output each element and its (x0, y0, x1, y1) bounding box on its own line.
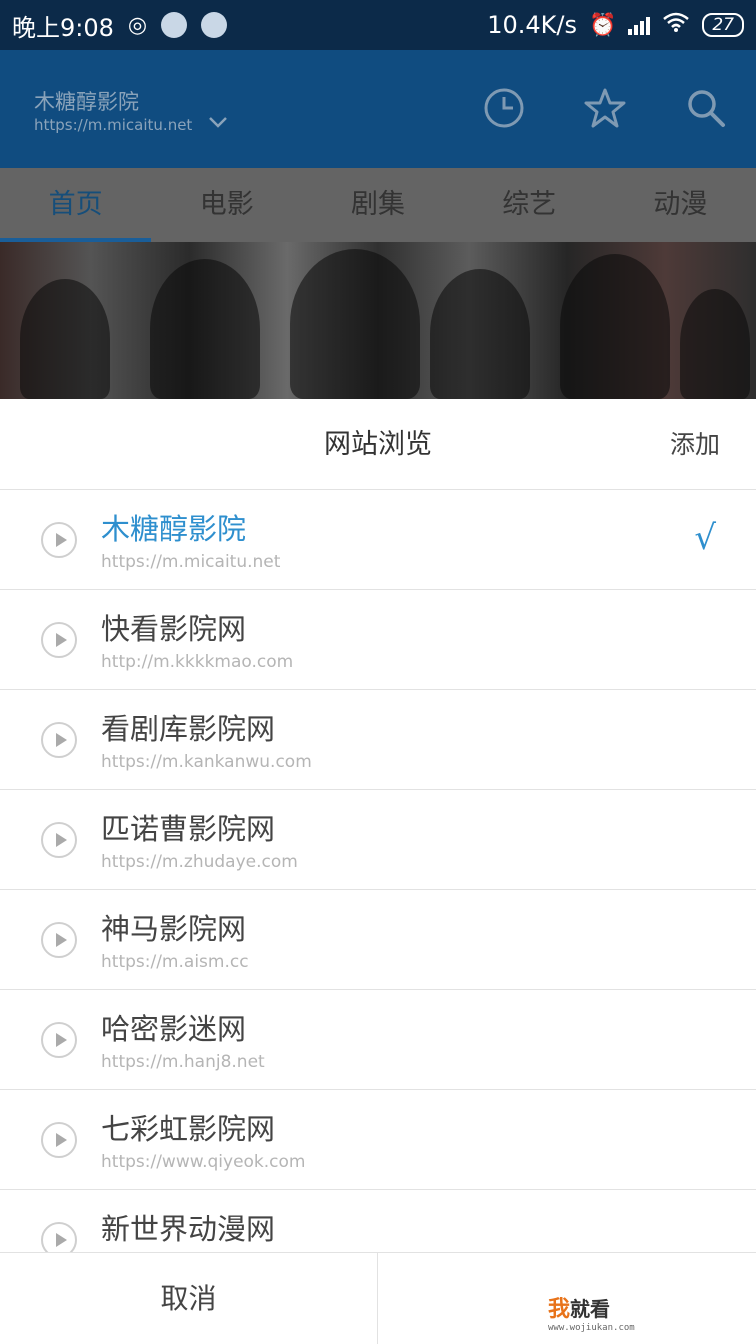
star-icon[interactable] (583, 86, 627, 130)
tab-series[interactable]: 剧集 (302, 168, 453, 242)
site-row[interactable]: 七彩虹影院网 https://www.qiyeok.com (0, 1090, 756, 1190)
app-bar: 木糖醇影院 https://m.micaitu.net (0, 50, 756, 168)
category-tabs: 首页 电影 剧集 综艺 动漫 (0, 168, 756, 242)
cancel-button[interactable]: 取消 (0, 1253, 378, 1344)
site-name: 看剧库影院网 (101, 712, 276, 746)
site-url: https://www.qiyeok.com (101, 1152, 306, 1172)
watermark-char: 我 (548, 1297, 571, 1322)
site-browse-sheet: 网站浏览 添加 木糖醇影院 https://m.micaitu.net √ 快看… (0, 399, 756, 1344)
site-url[interactable]: https://m.micaitu.net (34, 116, 192, 134)
site-row[interactable]: 木糖醇影院 https://m.micaitu.net √ (0, 490, 756, 590)
status-time: 晚上9:08 (12, 13, 114, 42)
app-notification-icon-2 (201, 12, 228, 38)
banner-image[interactable] (0, 242, 756, 399)
search-icon[interactable] (684, 86, 728, 130)
play-icon[interactable] (41, 1222, 77, 1252)
tab-movies[interactable]: 电影 (151, 168, 302, 242)
wifi-icon (662, 11, 690, 39)
site-row[interactable]: 神马影院网 https://m.aism.cc (0, 890, 756, 990)
site-url: https://m.kankanwu.com (101, 752, 312, 772)
play-icon[interactable] (41, 822, 77, 858)
sheet-footer: 取消 我就看 www.wojiukan.com (0, 1252, 756, 1344)
play-icon[interactable] (41, 722, 77, 758)
net-speed: 10.4K/s (487, 11, 577, 39)
site-name: 哈密影迷网 (101, 1012, 247, 1046)
watermark-text: 就看 (570, 1297, 611, 1321)
site-url: https://m.hanj8.net (101, 1052, 265, 1072)
site-list: 木糖醇影院 https://m.micaitu.net √ 快看影院网 http… (0, 490, 756, 1252)
site-title[interactable]: 木糖醇影院 (34, 86, 139, 116)
site-row[interactable]: 新世界动漫网 (0, 1190, 756, 1252)
app-notification-icon (161, 12, 188, 38)
watermark-url: www.wojiukan.com (548, 1323, 635, 1333)
footer-right: 我就看 www.wojiukan.com (378, 1253, 756, 1344)
site-name: 木糖醇影院 (101, 512, 247, 546)
history-icon[interactable] (482, 86, 526, 130)
site-url: https://m.micaitu.net (101, 552, 281, 572)
add-button[interactable]: 添加 (670, 399, 720, 490)
sheet-title: 网站浏览 (324, 429, 432, 460)
tab-home[interactable]: 首页 (0, 168, 152, 242)
site-url: https://m.zhudaye.com (101, 852, 298, 872)
check-icon: √ (694, 518, 716, 558)
site-row[interactable]: 哈密影迷网 https://m.hanj8.net (0, 990, 756, 1090)
alarm-icon: ⏰ (588, 12, 617, 38)
battery-icon: 27 (702, 13, 744, 37)
play-icon[interactable] (41, 622, 77, 658)
site-name: 七彩虹影院网 (101, 1112, 276, 1146)
site-name: 快看影院网 (101, 612, 247, 646)
site-url: https://m.aism.cc (101, 952, 249, 972)
chevron-down-icon[interactable] (206, 110, 230, 134)
netease-icon: ◎ (127, 12, 148, 38)
site-row[interactable]: 快看影院网 http://m.kkkkmao.com (0, 590, 756, 690)
site-name: 匹诺曹影院网 (101, 812, 276, 846)
play-icon[interactable] (41, 1122, 77, 1158)
site-row[interactable]: 匹诺曹影院网 https://m.zhudaye.com (0, 790, 756, 890)
watermark-logo: 我就看 www.wojiukan.com (548, 1291, 635, 1333)
site-name: 神马影院网 (101, 912, 247, 946)
status-bar: 晚上9:08 ◎ 10.4K/s ⏰ 27 (0, 0, 756, 50)
play-icon[interactable] (41, 1022, 77, 1058)
sheet-header: 网站浏览 添加 (0, 399, 756, 490)
play-icon[interactable] (41, 922, 77, 958)
tab-anime[interactable]: 动漫 (605, 168, 756, 242)
signal-icon (628, 15, 651, 35)
tab-variety[interactable]: 综艺 (454, 168, 605, 242)
site-row[interactable]: 看剧库影院网 https://m.kankanwu.com (0, 690, 756, 790)
site-url: http://m.kkkkmao.com (101, 652, 294, 672)
play-icon[interactable] (41, 522, 77, 558)
site-name: 新世界动漫网 (101, 1212, 276, 1246)
